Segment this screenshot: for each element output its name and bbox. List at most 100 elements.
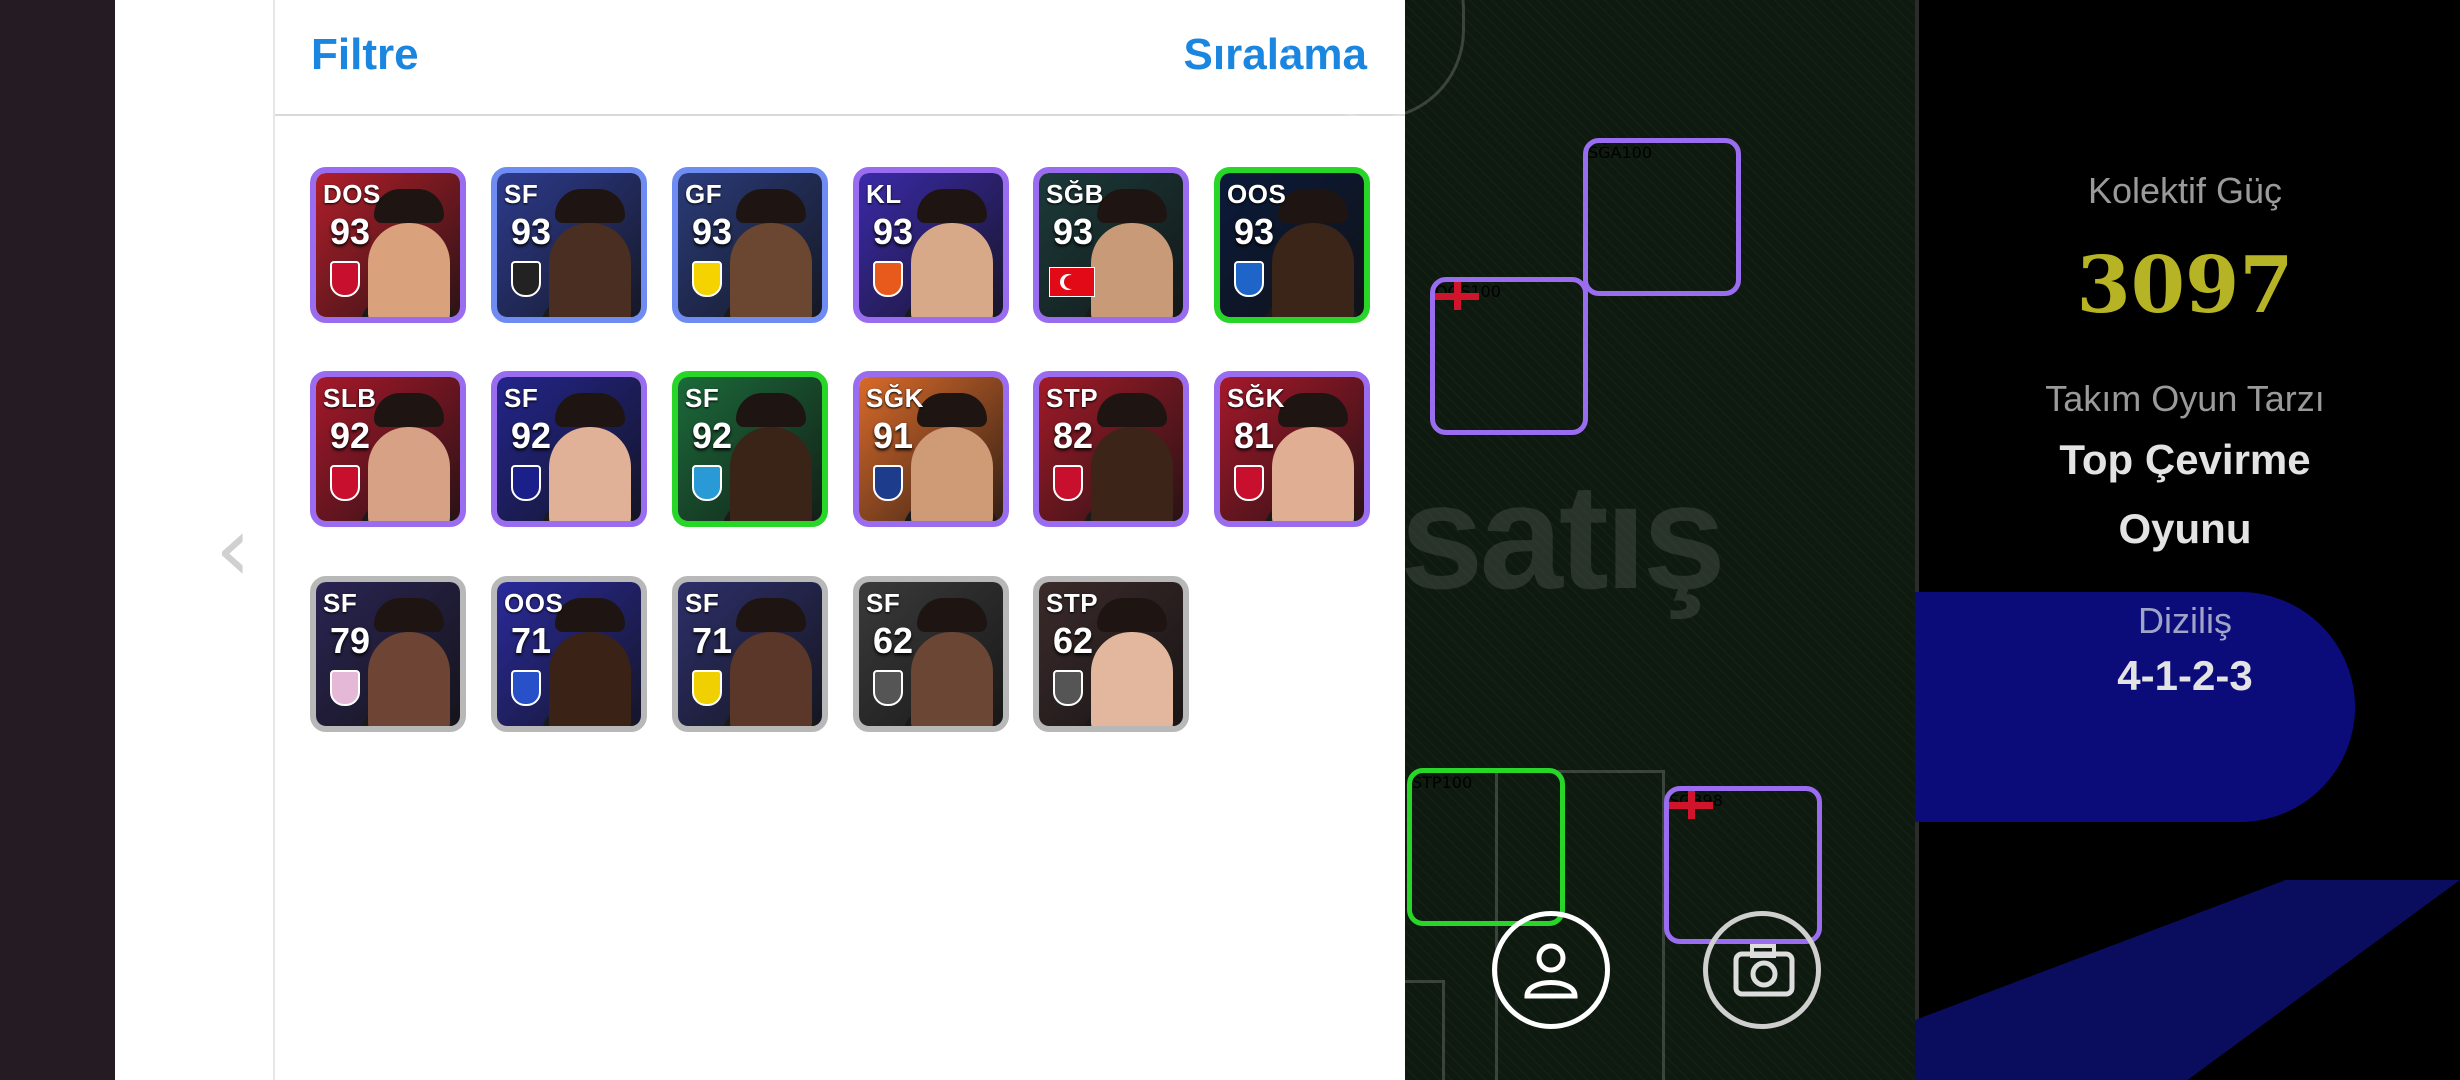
player-hair bbox=[917, 598, 987, 632]
player-hair bbox=[1097, 393, 1167, 427]
overall-rating: 62 bbox=[873, 620, 914, 661]
player-card[interactable]: SF 71 bbox=[672, 576, 828, 732]
player-card[interactable]: OOS 93 bbox=[1214, 167, 1370, 323]
position-label: OOS bbox=[1227, 179, 1287, 209]
player-hair bbox=[555, 598, 625, 632]
player-portrait bbox=[1091, 632, 1173, 726]
player-hair bbox=[555, 189, 625, 223]
watermark: satış bbox=[1400, 452, 1726, 620]
position-label: KL bbox=[866, 179, 902, 209]
overall-rating: 62 bbox=[1053, 620, 1094, 661]
player-card[interactable]: KL 93 bbox=[853, 167, 1009, 323]
player-card[interactable]: SF 92 bbox=[672, 371, 828, 527]
player-card[interactable]: GF 93 bbox=[672, 167, 828, 323]
club-badge-icon bbox=[1234, 261, 1264, 297]
selection-panel bbox=[115, 0, 1405, 1080]
chevron-left-icon[interactable]: ‹ bbox=[215, 500, 275, 600]
position-label: SF bbox=[685, 588, 720, 618]
pitch-player-card[interactable]: OOS100 bbox=[1430, 277, 1588, 435]
player-portrait bbox=[549, 427, 631, 521]
pitch-player-card[interactable]: SĞA100 bbox=[1583, 138, 1741, 296]
player-hair bbox=[374, 393, 444, 427]
player-card[interactable]: DOS 93 bbox=[310, 167, 466, 323]
list-header: Filtre Sıralama bbox=[275, 0, 1405, 116]
player-portrait bbox=[911, 427, 993, 521]
overall-rating: 92 bbox=[511, 415, 552, 456]
position-label: SF bbox=[866, 588, 901, 618]
player-card[interactable]: SF 93 bbox=[491, 167, 647, 323]
player-card[interactable]: SĞK 91 bbox=[853, 371, 1009, 527]
overall-rating: 100 bbox=[1441, 773, 1473, 792]
position-label: SĞK bbox=[866, 383, 924, 413]
player-card[interactable]: STP 62 bbox=[1033, 576, 1189, 732]
team-style-value-2: Oyunu bbox=[2118, 505, 2252, 552]
player-hair bbox=[736, 598, 806, 632]
club-badge-icon bbox=[873, 465, 903, 501]
pitch-line bbox=[1385, 980, 1445, 1080]
player-card[interactable]: OOS 71 bbox=[491, 576, 647, 732]
position-label: SF bbox=[323, 588, 358, 618]
camera-button[interactable] bbox=[1703, 911, 1821, 1029]
position-label: SĞB bbox=[1046, 179, 1104, 209]
team-power-label: Kolektif Güç bbox=[2087, 170, 2283, 211]
pitch-player-card[interactable]: STP100 bbox=[1407, 768, 1565, 926]
club-badge-icon bbox=[692, 465, 722, 501]
player-card[interactable]: SF 79 bbox=[310, 576, 466, 732]
club-badge-icon bbox=[330, 670, 360, 706]
club-badge-icon bbox=[692, 261, 722, 297]
position-label: SF bbox=[685, 383, 720, 413]
player-card[interactable]: SF 92 bbox=[491, 371, 647, 527]
overall-rating: 93 bbox=[1053, 211, 1094, 252]
club-badge-icon bbox=[511, 261, 541, 297]
player-portrait bbox=[549, 632, 631, 726]
player-card[interactable]: SĞB 93 bbox=[1033, 167, 1189, 323]
left-edge bbox=[0, 0, 115, 1080]
club-badge-icon bbox=[330, 465, 360, 501]
player-portrait bbox=[730, 223, 812, 317]
player-hair bbox=[1278, 393, 1348, 427]
player-hair bbox=[917, 189, 987, 223]
club-badge-icon bbox=[873, 670, 903, 706]
player-hair bbox=[1097, 189, 1167, 223]
overall-rating: 93 bbox=[1234, 211, 1275, 252]
position-label: GF bbox=[685, 179, 723, 209]
position-label: SĞK bbox=[1227, 383, 1285, 413]
player-portrait bbox=[368, 223, 450, 317]
club-badge-icon bbox=[330, 261, 360, 297]
position-label: SF bbox=[504, 383, 539, 413]
overall-rating: 79 bbox=[330, 620, 371, 661]
position-label: STP bbox=[1046, 588, 1099, 618]
position-label: SLB bbox=[323, 383, 377, 413]
player-card[interactable]: STP 82 bbox=[1033, 371, 1189, 527]
club-badge-icon bbox=[1234, 465, 1264, 501]
player-portrait bbox=[1091, 427, 1173, 521]
player-portrait bbox=[368, 632, 450, 726]
player-card[interactable]: SF 62 bbox=[853, 576, 1009, 732]
profile-button[interactable] bbox=[1492, 911, 1610, 1029]
player-hair bbox=[374, 598, 444, 632]
player-portrait bbox=[549, 223, 631, 317]
club-badge-icon bbox=[873, 261, 903, 297]
player-card[interactable]: SLB 92 bbox=[310, 371, 466, 527]
player-hair bbox=[1097, 598, 1167, 632]
player-card[interactable]: SĞK 81 bbox=[1214, 371, 1370, 527]
club-badge-icon bbox=[511, 670, 541, 706]
team-power-value: 3097 bbox=[2076, 240, 2294, 331]
player-portrait bbox=[911, 223, 993, 317]
overall-rating: 71 bbox=[692, 620, 733, 661]
player-portrait bbox=[911, 632, 993, 726]
filter-button[interactable]: Filtre bbox=[311, 30, 419, 80]
player-hair bbox=[736, 189, 806, 223]
position-label: OOS bbox=[504, 588, 564, 618]
overall-rating: 92 bbox=[330, 415, 371, 456]
formation-value[interactable]: 4-1-2-3 bbox=[1920, 652, 2450, 700]
camera-icon bbox=[1733, 944, 1795, 997]
formation-label: Diziliş bbox=[2138, 600, 2232, 641]
overall-rating: 100 bbox=[1621, 143, 1653, 162]
position-label: STP bbox=[1046, 383, 1099, 413]
player-portrait bbox=[1272, 427, 1354, 521]
overall-rating: 81 bbox=[1234, 415, 1275, 456]
player-hair bbox=[374, 189, 444, 223]
player-portrait bbox=[1272, 223, 1354, 317]
player-portrait bbox=[1091, 223, 1173, 317]
